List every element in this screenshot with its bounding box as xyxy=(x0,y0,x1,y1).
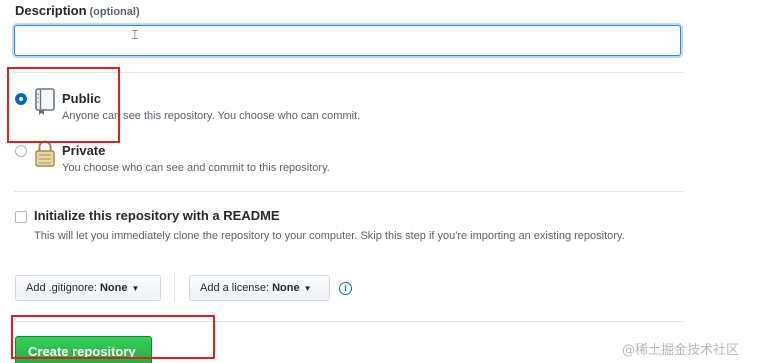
readme-label: Initialize this repository with a README xyxy=(34,208,280,223)
private-radio[interactable] xyxy=(15,145,27,157)
private-description: You choose who can see and commit to thi… xyxy=(62,162,330,174)
divider xyxy=(14,191,683,192)
license-label: Add a license: xyxy=(200,282,270,294)
readme-description: This will let you immediately clone the … xyxy=(34,230,625,242)
optional-tag: (optional) xyxy=(89,6,140,18)
annotation-box-public xyxy=(7,67,120,143)
gitignore-value: None xyxy=(99,282,128,294)
description-label-text: Description xyxy=(15,3,87,18)
private-title: Private xyxy=(62,143,106,158)
readme-checkbox[interactable] xyxy=(15,211,27,223)
create-repo-form: Description (optional) ⌶ Public Anyone ca… xyxy=(0,0,774,363)
vertical-divider xyxy=(174,272,175,302)
license-value: None xyxy=(272,282,300,294)
info-icon[interactable]: i xyxy=(339,282,352,295)
lock-icon xyxy=(35,140,55,167)
watermark: @稀土掘金技术社区 xyxy=(622,343,740,358)
gitignore-select[interactable]: Add .gitignore: None ▼ xyxy=(15,275,161,301)
description-input[interactable] xyxy=(14,25,681,56)
license-select[interactable]: Add a license: None ▼ xyxy=(189,275,330,301)
caret-down-icon: ▼ xyxy=(131,284,140,293)
description-label: Description (optional) xyxy=(15,3,140,18)
annotation-box-create xyxy=(11,315,215,359)
gitignore-label: Add .gitignore: xyxy=(26,282,97,294)
text-cursor-icon: ⌶ xyxy=(131,28,139,43)
caret-down-icon: ▼ xyxy=(303,284,312,293)
